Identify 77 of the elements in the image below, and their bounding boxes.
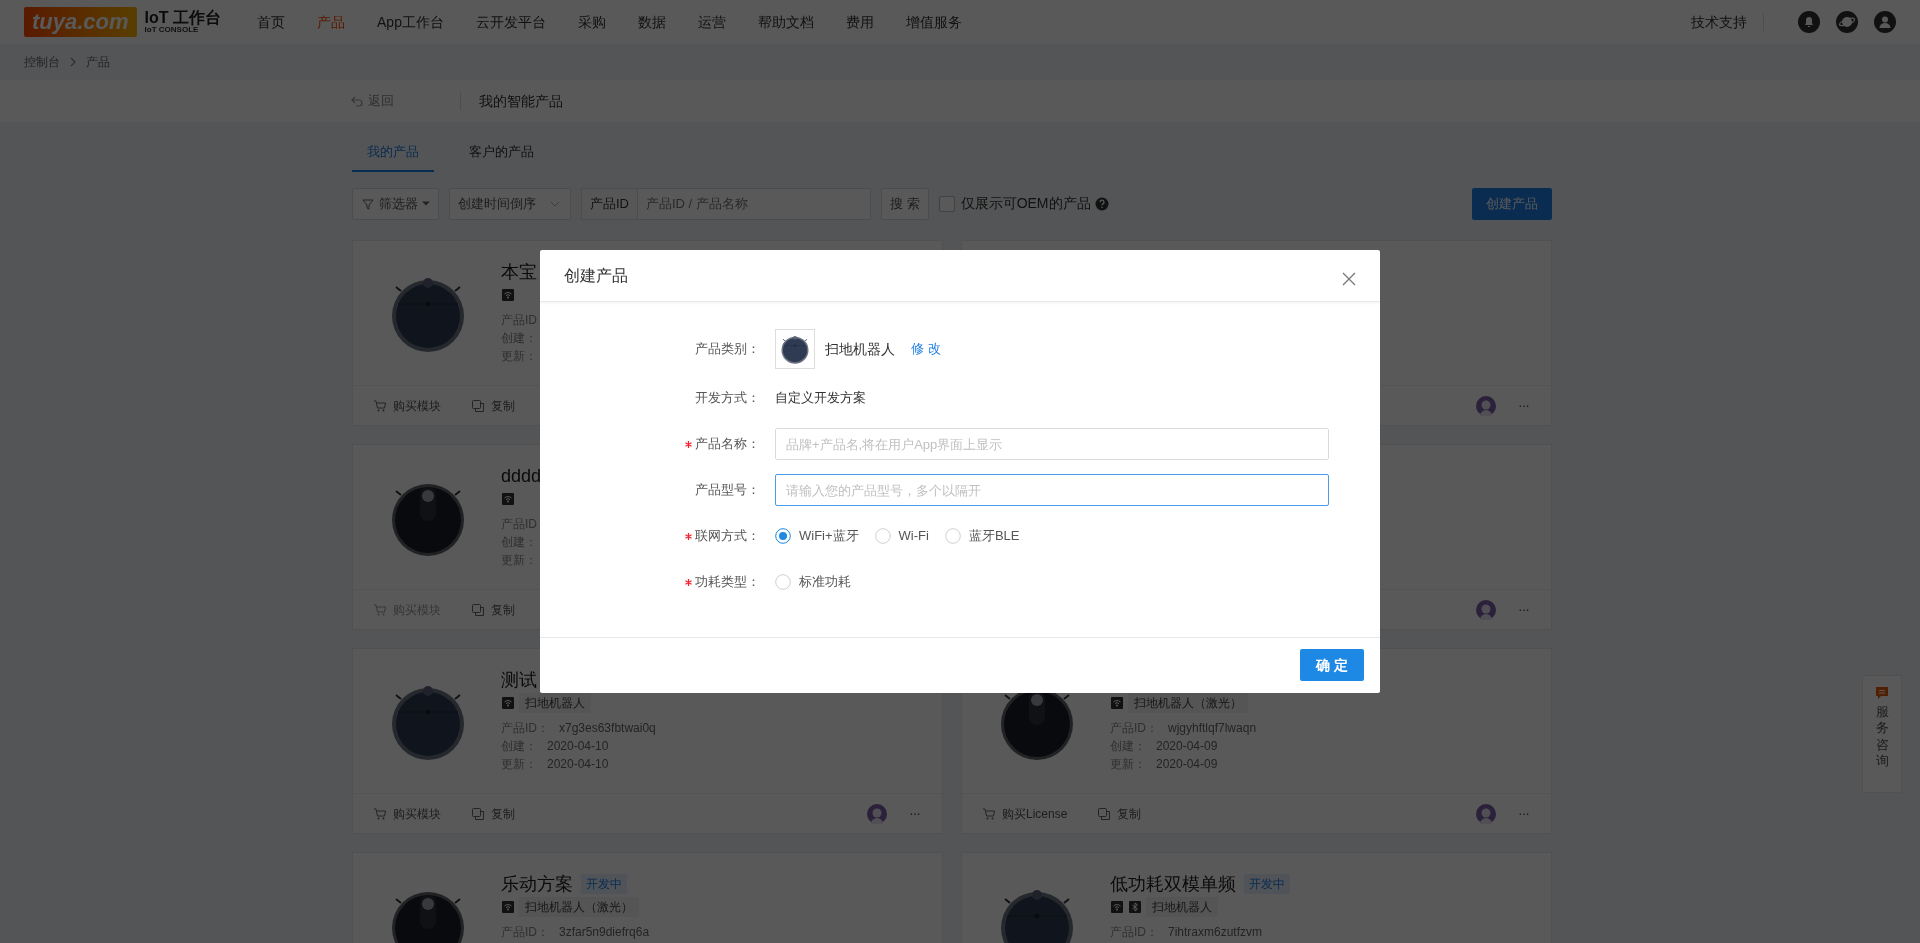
cart-icon — [373, 806, 387, 821]
nav-link[interactable]: 采购 — [561, 11, 622, 33]
radio-option[interactable]: WiFi+蓝牙 — [775, 526, 859, 546]
user-icon[interactable] — [1874, 11, 1896, 33]
nav-link[interactable]: 首页 — [241, 11, 302, 33]
form-label: 产品名称： — [695, 435, 760, 454]
bell-icon[interactable] — [1798, 11, 1820, 33]
search-button[interactable]: 搜 索 — [881, 187, 929, 220]
confirm-button[interactable]: 确 定 — [1300, 649, 1364, 681]
radio-option[interactable]: 标准功耗 — [775, 572, 851, 592]
form-label: 功耗类型： — [695, 573, 760, 592]
nav-link[interactable]: 产品 — [301, 11, 362, 33]
field-label: 产品ID — [581, 187, 638, 220]
wifi-icon — [501, 287, 515, 302]
product-title[interactable]: dddd — [501, 463, 542, 488]
close-icon[interactable] — [1342, 271, 1356, 286]
field-value: 自定义开发方案 — [775, 389, 866, 408]
funnel-icon — [361, 196, 375, 211]
nav-link[interactable]: 运营 — [681, 11, 742, 33]
product-title[interactable]: 低功耗双模单频 — [1110, 871, 1236, 896]
nav-link[interactable]: 云开发平台 — [459, 11, 562, 33]
radio-option[interactable]: 蓝牙BLE — [944, 526, 1020, 546]
wifi-icon — [501, 491, 515, 506]
console-title: IoT 工作台 — [144, 10, 222, 26]
chat-icon — [1875, 686, 1889, 700]
page-title: 我的智能产品 — [479, 91, 563, 111]
caret-icon — [422, 201, 430, 206]
status-tag: 开发中 — [1244, 873, 1290, 894]
wifi-icon — [501, 695, 515, 710]
create-product-button[interactable]: 创建产品 — [1472, 187, 1552, 220]
product-title[interactable]: 乐动方案 — [501, 871, 573, 896]
form-label: 产品型号： — [695, 481, 760, 500]
checkbox-label: 仅展示可OEM的产品 — [960, 194, 1091, 213]
nav-link[interactable]: 帮助文档 — [741, 11, 830, 33]
nav-link[interactable]: 增值服务 — [889, 11, 978, 33]
product-title[interactable]: 测试 — [501, 667, 537, 692]
wifi-icon — [501, 899, 515, 914]
product-title[interactable]: 本宝 — [501, 259, 537, 284]
status-tag: 开发中 — [581, 873, 627, 894]
service-label: 服务咨询 — [1875, 704, 1889, 769]
form-label: 联网方式： — [695, 527, 760, 546]
sort-dropdown[interactable]: 创建时间倒序 — [449, 187, 571, 220]
cart-icon — [373, 602, 387, 617]
radio-option[interactable]: Wi-Fi — [874, 526, 929, 546]
copy-icon — [471, 806, 485, 821]
more-menu[interactable]: ··· — [909, 803, 920, 824]
back-arrow-icon — [350, 94, 364, 108]
edit-link[interactable]: 修 改 — [911, 339, 941, 359]
console-subtitle: IoT CONSOLE — [144, 26, 199, 34]
form-label: 开发方式： — [695, 389, 760, 408]
dialog-title: 创建产品 — [564, 265, 628, 286]
bluetooth-icon — [1128, 899, 1142, 914]
form-label: 产品类别： — [695, 340, 760, 359]
nav-link[interactable]: 数据 — [621, 11, 682, 33]
cart-icon — [373, 398, 387, 413]
copy-icon — [471, 602, 485, 617]
nav-link[interactable]: 费用 — [829, 11, 890, 33]
more-menu[interactable]: ··· — [1518, 803, 1529, 824]
support-link[interactable]: 技术支持 — [1691, 11, 1747, 33]
more-menu[interactable]: ··· — [1518, 599, 1529, 620]
wifi-icon — [1110, 899, 1124, 914]
wifi-icon — [1110, 695, 1124, 710]
logo[interactable]: tuya.com — [24, 7, 137, 37]
globe-icon[interactable] — [1836, 11, 1858, 33]
category-value: 扫地机器人 — [825, 339, 895, 359]
tab[interactable]: 我的产品 — [352, 132, 434, 172]
tab[interactable]: 客户的产品 — [454, 132, 549, 172]
input-field[interactable]: 请输入您的产品型号，多个以隔开 — [775, 474, 1329, 506]
cart-icon — [982, 806, 996, 821]
help-icon — [1094, 196, 1109, 211]
more-menu[interactable]: ··· — [1518, 395, 1529, 416]
service-panel[interactable]: 服务咨询 — [1862, 675, 1902, 793]
checkbox[interactable] — [938, 195, 955, 212]
nav-link[interactable]: App工作台 — [361, 11, 460, 33]
copy-icon — [1097, 806, 1112, 821]
copy-icon — [471, 398, 485, 413]
category-thumbnail — [775, 329, 815, 369]
